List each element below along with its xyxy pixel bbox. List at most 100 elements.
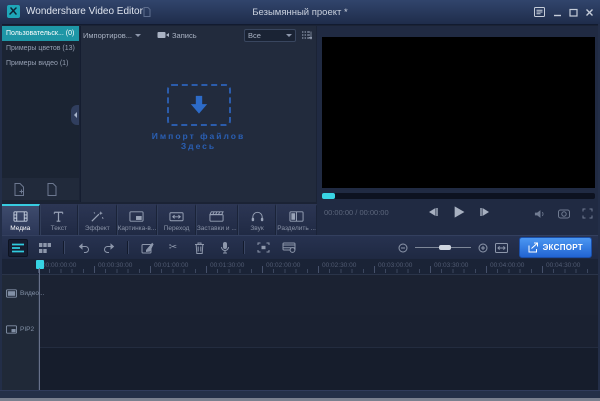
asset-tabbar: Медиа Текст Эффект Картинка-в... Переход [2, 204, 317, 235]
project-title: Безымянный проект * [252, 7, 348, 18]
app-window: Wondershare Video Editor Безымянный прое… [0, 0, 600, 401]
timeline-tracks: Видео... PIP2 [2, 275, 598, 390]
play-icon[interactable] [452, 205, 465, 219]
seek-bar[interactable] [322, 193, 595, 199]
video-track-icon [6, 289, 17, 298]
tab-media[interactable]: Медиа [2, 204, 40, 235]
next-frame-icon[interactable] [479, 207, 490, 217]
track-label: Видео... [20, 290, 45, 297]
tab-label: Заставки и ... [196, 225, 237, 232]
magic-wand-icon [90, 210, 105, 223]
library-footer [2, 178, 79, 200]
snapshot-icon[interactable] [558, 209, 570, 219]
timeline-playhead[interactable] [36, 260, 44, 269]
storyboard-view-icon[interactable] [36, 240, 54, 256]
zoom-slider[interactable] [414, 245, 471, 250]
microphone-icon[interactable] [216, 240, 234, 256]
timeline-zoom-controls: ЭКСПОРТ [398, 237, 592, 258]
close-icon[interactable] [583, 6, 596, 18]
split-screen-icon [289, 210, 304, 223]
zoom-out-icon[interactable] [398, 243, 408, 253]
export-button[interactable]: ЭКСПОРТ [518, 237, 592, 258]
track-label: PIP2 [20, 326, 35, 333]
import-files-dropzone[interactable]: Импорт файлов Здесь [81, 84, 316, 151]
text-icon [51, 210, 66, 223]
ruler-tick-label: 00:02:30:00 [322, 262, 357, 269]
dropzone-caption-line1: Импорт файлов [151, 131, 246, 141]
import-dropdown-label: Импортиров... [83, 30, 132, 40]
undo-icon[interactable] [74, 240, 92, 256]
seek-playhead-handle[interactable] [322, 193, 335, 199]
import-dropdown[interactable]: Импортиров... [83, 31, 141, 40]
tab-transition[interactable]: Переход [157, 204, 196, 235]
filter-select-value: Все [248, 30, 261, 40]
tab-label: Эффект [84, 225, 110, 232]
toolbar-divider [127, 241, 129, 254]
scissors-icon[interactable]: ✂ [164, 240, 182, 256]
tab-intro[interactable]: Заставки и ... [195, 204, 238, 235]
library-item-custom[interactable]: Пользовательск... (0) [2, 26, 79, 41]
tab-label: Текст [50, 225, 67, 232]
preview-tools [534, 208, 593, 219]
track-header-pip[interactable]: PIP2 [6, 325, 34, 334]
menu-icon[interactable] [533, 6, 546, 18]
filter-select[interactable]: Все [244, 28, 296, 42]
media-icon [13, 210, 28, 223]
previous-frame-icon[interactable] [427, 207, 438, 217]
tab-label: Переход [163, 225, 190, 232]
tab-label: Разделить ... [277, 225, 316, 232]
toolbar-divider [63, 241, 65, 254]
tab-label: Звук [250, 225, 264, 232]
zoom-in-icon[interactable] [478, 243, 488, 253]
fullscreen-icon[interactable] [582, 208, 593, 219]
volume-icon[interactable] [534, 209, 546, 219]
minimize-icon[interactable] [551, 6, 564, 18]
tab-text[interactable]: Текст [39, 204, 79, 235]
chevron-left-icon [73, 112, 77, 118]
titlebar: Wondershare Video Editor Безымянный прое… [0, 0, 600, 25]
library-item-sample-colors[interactable]: Примеры цветов (13) [2, 41, 79, 56]
tab-label: Картинка-в... [117, 225, 157, 232]
playhead-line[interactable] [39, 268, 40, 390]
edit-icon[interactable] [138, 240, 156, 256]
media-panel: Импортиров... Запись Все Импорт файлов З… [80, 26, 316, 202]
timecode: 00:00:00 / 00:00:00 [324, 208, 389, 217]
tab-sound[interactable]: Звук [237, 204, 277, 235]
preview-panel: 00:00:00 / 00:00:00 [317, 26, 598, 235]
maximize-icon[interactable] [567, 6, 580, 18]
fit-timeline-icon[interactable] [494, 242, 508, 253]
picture-in-picture-icon [129, 210, 144, 223]
ruler-tick-label: 00:02:00:00 [266, 262, 301, 269]
record-button[interactable]: Запись [157, 31, 197, 40]
ruler-tick-label: 00:04:00:00 [490, 262, 525, 269]
frame-marker-icon[interactable] [254, 240, 272, 256]
thumbnail-view-icon[interactable] [301, 30, 312, 40]
tab-pip[interactable]: Картинка-в... [116, 204, 158, 235]
audio-mixer-icon[interactable] [280, 240, 298, 256]
tab-label: Медиа [10, 225, 31, 232]
pip-track-icon [6, 325, 17, 334]
track-pip[interactable] [39, 315, 598, 348]
media-library-sidebar: Пользовательск... (0) Примеры цветов (13… [2, 26, 79, 202]
drop-box [166, 84, 231, 126]
add-file-icon[interactable] [14, 182, 25, 196]
window-bottom-border [0, 390, 600, 401]
tab-split[interactable]: Разделить ... [276, 204, 317, 235]
collapse-panel-button[interactable] [71, 105, 79, 125]
library-item-sample-video[interactable]: Примеры видео (1) [2, 56, 79, 71]
tab-effect[interactable]: Эффект [78, 204, 117, 235]
clapperboard-icon [209, 210, 225, 223]
export-label: ЭКСПОРТ [542, 243, 583, 252]
redo-icon[interactable] [100, 240, 118, 256]
trash-icon[interactable] [190, 240, 208, 256]
ruler-tick-label: 00:00:00:00 [42, 262, 77, 269]
ruler-tick-label: 00:03:30:00 [434, 262, 469, 269]
zoom-slider-handle[interactable] [438, 245, 451, 250]
timeline-ruler[interactable]: 00:00:00:00 00:00:30:00 00:01:00:00 00:0… [2, 259, 598, 275]
download-arrow-icon [190, 95, 207, 114]
dropzone-caption: Импорт файлов Здесь [81, 131, 316, 151]
timeline-view-icon[interactable] [8, 238, 28, 257]
track-video[interactable] [39, 275, 598, 316]
file-icon[interactable] [47, 182, 57, 196]
playback-controls: 00:00:00 / 00:00:00 [322, 202, 595, 233]
